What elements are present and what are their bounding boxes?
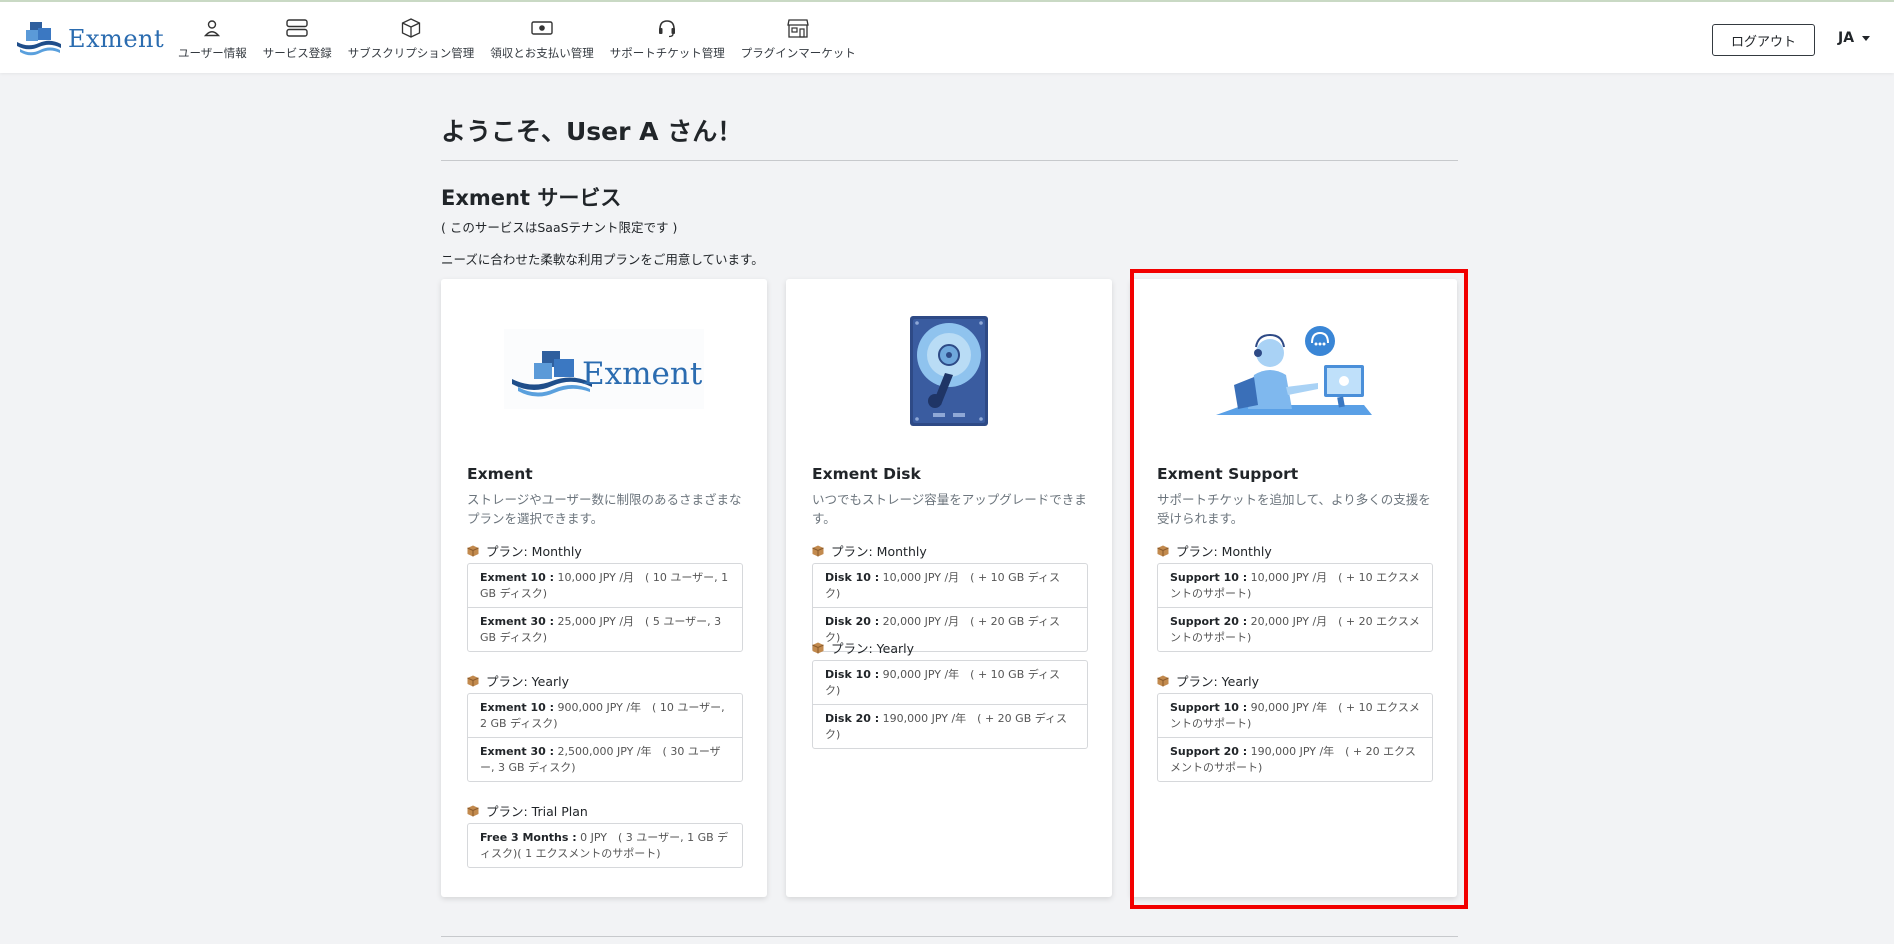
nav-label: 領収とお支払い管理 [490, 46, 594, 60]
plan-group-heading: プラン: Monthly [467, 541, 582, 560]
card-title: Exment [467, 465, 533, 483]
package-icon [812, 642, 824, 654]
section-note: ( このサービスはSaaSテナント限定です ) [441, 220, 678, 235]
plan-list: Exment 10 : 900,000 JPY /年 ( 10 ユーザー, 2 … [467, 693, 743, 782]
package-icon [467, 545, 479, 557]
nav-label: サービス登録 [262, 46, 332, 60]
nav-receipts-payments[interactable]: 領収とお支払い管理 [482, 16, 602, 61]
plan-list: Disk 10 : 90,000 JPY /年 ( + 10 GB ディスク) … [812, 660, 1088, 749]
plan-option[interactable]: Free 3 Months : 0 JPY ( 3 ユーザー, 1 GB ディス… [468, 824, 742, 867]
plan-group-heading: プラン: Monthly [812, 541, 927, 560]
nav-label: プラグインマーケット [740, 46, 856, 60]
section-description: ニーズに合わせた柔軟な利用プランをご用意しています。 [441, 252, 764, 267]
language-dropdown[interactable]: JA [1838, 30, 1871, 46]
plan-option[interactable]: Exment 10 : 10,000 JPY /月 ( 10 ユーザー, 1 G… [468, 564, 742, 607]
plan-name: Exment 10 : [480, 701, 554, 714]
package-icon [467, 675, 479, 687]
svg-text:Exment: Exment [582, 356, 703, 392]
highlight-frame [1130, 269, 1468, 909]
card-title: Exment Disk [812, 465, 921, 483]
page-title: ようこそ、User A さん！ [441, 117, 743, 146]
plan-group-label: プラン: Monthly [831, 544, 927, 559]
logout-button[interactable]: ログアウト [1712, 24, 1815, 56]
service-card-exment: Exment Exment ストレージやユーザー数に制限のあるさまざまなプランを… [441, 279, 767, 897]
nav-support-tickets[interactable]: サポートチケット管理 [602, 16, 733, 61]
plan-option[interactable]: Exment 30 : 25,000 JPY /月 ( 5 ユーザー, 3 GB… [468, 607, 742, 651]
headset-icon [655, 16, 679, 40]
service-card-disk: Exment Disk いつでもストレージ容量をアップグレードできます。 プラン… [786, 279, 1112, 897]
chevron-down-icon [1862, 35, 1871, 41]
nav-label: サポートチケット管理 [609, 46, 725, 60]
plan-option[interactable]: Exment 10 : 900,000 JPY /年 ( 10 ユーザー, 2 … [468, 694, 742, 737]
nav-label: サブスクリプション管理 [347, 46, 475, 60]
brand-name: Exment [68, 25, 165, 53]
server-icon [285, 16, 309, 40]
money-icon [530, 16, 554, 40]
plan-group-label: プラン: Yearly [486, 674, 570, 689]
plan-name: Exment 10 : [480, 571, 554, 584]
section-title: Exment サービス [441, 186, 622, 210]
divider [441, 936, 1458, 937]
card-description: いつでもストレージ容量をアップグレードできます。 [812, 492, 1087, 526]
card-description: ストレージやユーザー数に制限のあるさまざまなプランを選択できます。 [467, 492, 742, 526]
plan-group-label: プラン: Trial Plan [486, 804, 588, 819]
nav-plugin-market[interactable]: プラグインマーケット [733, 16, 864, 61]
nav-label: ユーザー情報 [178, 46, 247, 60]
nav-service-registration[interactable]: サービス登録 [255, 16, 340, 61]
package-icon [812, 545, 824, 557]
plan-name: Exment 30 : [480, 745, 554, 758]
package-icon [467, 805, 479, 817]
plan-option[interactable]: Exment 30 : 2,500,000 JPY /年 ( 30 ユーザー, … [468, 737, 742, 781]
plan-option[interactable]: Disk 10 : 90,000 JPY /年 ( + 10 GB ディスク) [813, 661, 1087, 704]
plan-name: Disk 10 : [825, 571, 880, 584]
divider [441, 160, 1458, 161]
hard-disk-image [910, 316, 988, 426]
plan-group-label: プラン: Yearly [831, 641, 915, 656]
plan-list: Free 3 Months : 0 JPY ( 3 ユーザー, 1 GB ディス… [467, 823, 743, 868]
top-navbar: Exment ユーザー情報 サービス登録 サブスクリプション管理 領収とお支払い… [0, 0, 1894, 73]
plan-name: Free 3 Months : [480, 831, 577, 844]
shop-icon [786, 16, 810, 40]
plan-group-heading: プラン: Yearly [467, 671, 569, 690]
plan-group-heading: プラン: Yearly [812, 638, 914, 657]
user-icon [200, 16, 224, 40]
nav-user-info[interactable]: ユーザー情報 [170, 16, 255, 61]
exment-logo-icon [17, 22, 61, 56]
plan-group-label: プラン: Monthly [486, 544, 582, 559]
plan-name: Exment 30 : [480, 615, 554, 628]
plan-group-heading: プラン: Trial Plan [467, 801, 588, 820]
box-icon [399, 16, 423, 40]
plan-name: Disk 20 : [825, 712, 880, 725]
plan-option[interactable]: Disk 10 : 10,000 JPY /月 ( + 10 GB ディスク) [813, 564, 1087, 607]
plan-option[interactable]: Disk 20 : 190,000 JPY /年 ( + 20 GB ディスク) [813, 704, 1087, 748]
brand-link[interactable]: Exment [16, 20, 164, 58]
nav-subscription-management[interactable]: サブスクリプション管理 [340, 16, 483, 61]
plan-list: Exment 10 : 10,000 JPY /月 ( 10 ユーザー, 1 G… [467, 563, 743, 652]
plan-name: Disk 10 : [825, 668, 880, 681]
plan-name: Disk 20 : [825, 615, 880, 628]
exment-logo-image: Exment [504, 329, 704, 409]
main-nav: ユーザー情報 サービス登録 サブスクリプション管理 領収とお支払い管理 サポート… [170, 16, 864, 61]
language-label: JA [1838, 30, 1855, 46]
